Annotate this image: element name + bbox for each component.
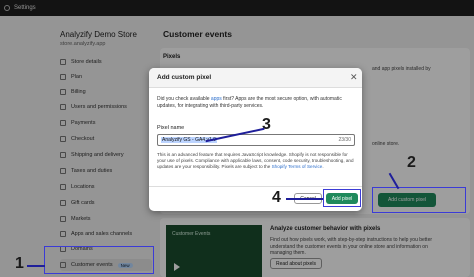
callout-box-add-custom-pixel: [372, 187, 466, 213]
close-icon[interactable]: ✕: [350, 72, 358, 83]
pixel-name-input[interactable]: Analyzify GS - GA4 v1.0 23/30: [157, 134, 355, 146]
callout-box-add-pixel: [323, 189, 361, 207]
pixel-name-label: Pixel name: [157, 125, 185, 131]
modal-divider: [149, 186, 362, 187]
modal-note: This is an advanced feature that require…: [157, 152, 354, 170]
modal-title: Add custom pixel: [157, 74, 212, 81]
apps-link[interactable]: apps: [211, 96, 222, 102]
callout-box-customer-events: [44, 246, 154, 274]
callout-number-1: 1: [15, 255, 24, 272]
arrow-4: [286, 198, 323, 200]
modal-intro: Did you check available apps first? Apps…: [157, 96, 342, 109]
callout-number-3: 3: [262, 116, 271, 133]
callout-number-4: 4: [272, 189, 281, 206]
callout-number-2: 2: [407, 154, 416, 171]
character-count: 23/30: [338, 137, 351, 143]
terms-link[interactable]: Shopify Terms of Service: [272, 164, 323, 169]
arrow-1: [27, 265, 45, 267]
